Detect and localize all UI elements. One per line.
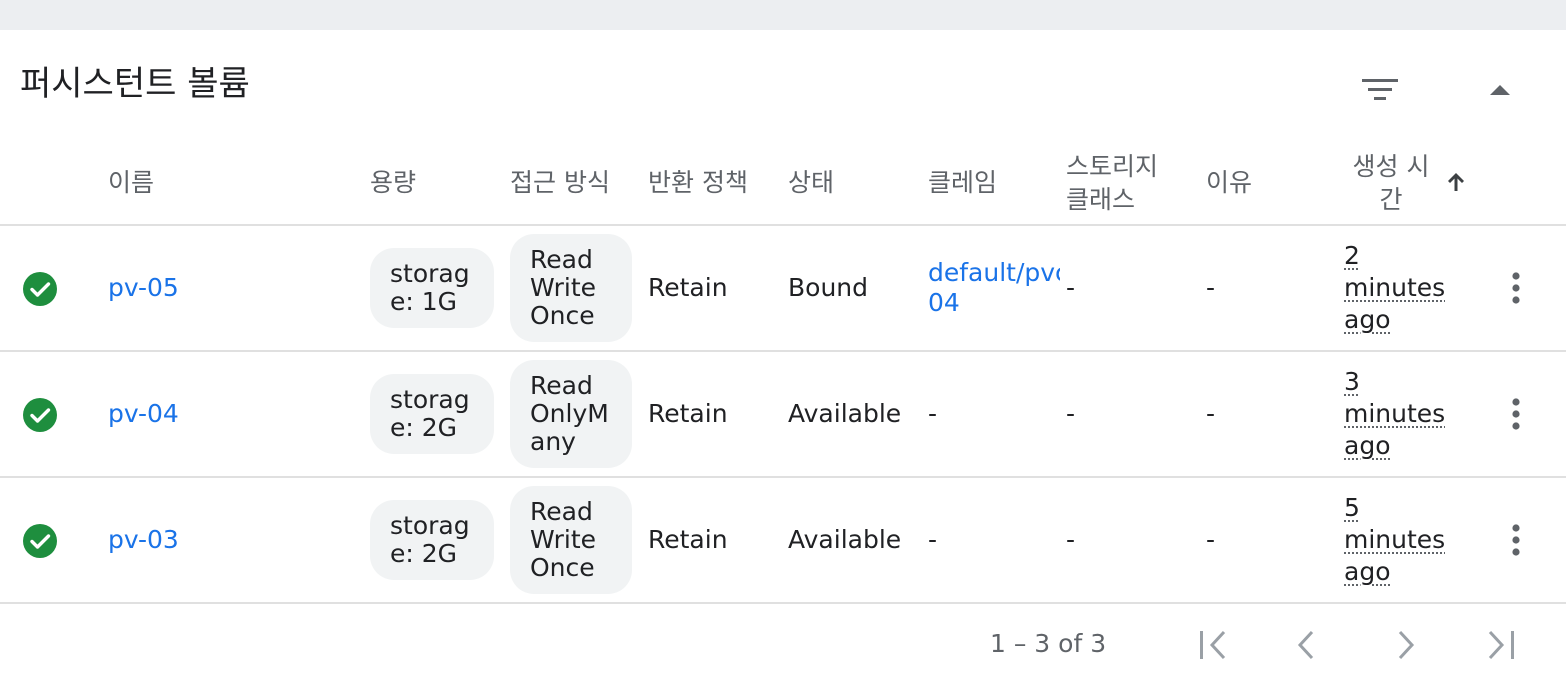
reclaim-policy: Retain: [648, 525, 728, 554]
access-mode-chip: ReadWriteOnce: [510, 486, 632, 594]
expand-less-icon: [1490, 85, 1510, 95]
column-header-storage-class[interactable]: 스토리지 클래스: [1066, 150, 1158, 216]
created-time-number: 2: [1344, 241, 1360, 270]
column-header-reclaim-policy[interactable]: 반환 정책: [648, 168, 748, 198]
check-circle-icon: [23, 272, 57, 306]
column-header-reason[interactable]: 이유: [1206, 168, 1252, 198]
storage-class: -: [1066, 399, 1076, 428]
created-time-unit: minutes: [1344, 273, 1446, 302]
column-header-storage-class-line2: 클래스: [1066, 185, 1136, 214]
check-circle-icon: [23, 524, 57, 558]
arrow-upward-icon[interactable]: [1444, 170, 1468, 194]
access-mode-chip: ReadOnlyMany: [510, 360, 632, 468]
created-time-unit: minutes: [1344, 525, 1446, 554]
created-time-suffix: ago: [1344, 305, 1391, 334]
filter-list-icon: [1362, 79, 1398, 100]
column-header-capacity[interactable]: 용량: [370, 168, 416, 198]
filter-button[interactable]: [1350, 66, 1410, 114]
status-text: Available: [788, 525, 902, 554]
row-menu-button[interactable]: [1500, 392, 1532, 436]
next-page-button[interactable]: [1380, 620, 1430, 670]
row-menu-button[interactable]: [1500, 518, 1532, 562]
collapse-button[interactable]: [1470, 66, 1530, 114]
section-title: 퍼시스턴트 볼륨: [20, 64, 250, 104]
capacity-chip: storage: 1G: [370, 248, 494, 328]
access-mode-chip: ReadWriteOnce: [510, 234, 632, 342]
created-time: 2 minutes ago: [1344, 240, 1445, 336]
claim-link-line2: 04: [928, 288, 960, 317]
created-time-unit: minutes: [1344, 399, 1446, 428]
claim-link-line1: default/pvc-: [928, 258, 1060, 287]
created-time-suffix: ago: [1344, 557, 1391, 586]
column-header-name[interactable]: 이름: [108, 168, 154, 198]
table-row: pv-04 storage: 2G ReadOnlyMany Retain Av…: [0, 352, 1566, 476]
storage-class: -: [1066, 525, 1076, 554]
first-page-button[interactable]: [1188, 620, 1238, 670]
capacity-chip: storage: 2G: [370, 500, 494, 580]
reclaim-policy: Retain: [648, 273, 728, 302]
status-text: Available: [788, 399, 902, 428]
column-header-claim[interactable]: 클레임: [928, 168, 997, 198]
chevron-left-icon: [1297, 630, 1314, 660]
column-header-created[interactable]: 생성 시 간: [1346, 150, 1436, 216]
column-header-status[interactable]: 상태: [788, 168, 834, 198]
created-time-number: 5: [1344, 493, 1360, 522]
last-page-icon: [1488, 630, 1514, 660]
more-vert-icon: [1512, 524, 1520, 556]
table-row: pv-05 storage: 1G ReadWriteOnce Retain B…: [0, 226, 1566, 350]
more-vert-icon: [1512, 272, 1520, 304]
claim: -: [928, 399, 938, 428]
check-circle-icon: [23, 398, 57, 432]
column-header-storage-class-line1: 스토리지: [1066, 152, 1159, 181]
reason: -: [1206, 525, 1216, 554]
column-header-access-modes[interactable]: 접근 방식: [510, 168, 610, 198]
last-page-button[interactable]: [1476, 620, 1526, 670]
created-time: 3 minutes ago: [1344, 366, 1445, 462]
status-text: Bound: [788, 273, 869, 302]
column-header-created-line2: 간: [1379, 185, 1403, 214]
pv-name-link[interactable]: pv-03: [108, 525, 179, 555]
storage-class: -: [1066, 273, 1076, 302]
row-menu-button[interactable]: [1500, 266, 1532, 310]
created-time-number: 3: [1344, 367, 1360, 396]
table-bottom-divider: [0, 602, 1566, 604]
reason: -: [1206, 399, 1216, 428]
chevron-right-icon: [1398, 630, 1415, 660]
more-vert-icon: [1512, 398, 1520, 430]
table-row: pv-03 storage: 2G ReadWriteOnce Retain A…: [0, 478, 1566, 602]
created-time: 5 minutes ago: [1344, 492, 1445, 588]
reason: -: [1206, 273, 1216, 302]
pv-name-link[interactable]: pv-04: [108, 399, 179, 429]
created-time-suffix: ago: [1344, 431, 1391, 460]
capacity-chip: storage: 2G: [370, 374, 494, 454]
first-page-icon: [1200, 630, 1226, 660]
top-bar: [0, 0, 1566, 30]
claim: -: [928, 525, 938, 554]
previous-page-button[interactable]: [1282, 620, 1332, 670]
pv-name-link[interactable]: pv-05: [108, 273, 179, 303]
pagination-range: 1 – 3 of 3: [990, 629, 1107, 658]
reclaim-policy: Retain: [648, 399, 728, 428]
claim-link[interactable]: default/pvc- 04: [928, 258, 1060, 318]
column-header-created-line1: 생성 시: [1352, 152, 1430, 181]
